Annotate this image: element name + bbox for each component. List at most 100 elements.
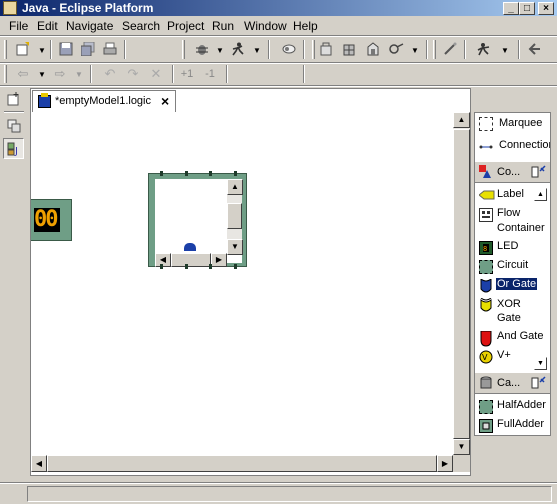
run-dropdown-icon[interactable]: ▼ — [253, 46, 261, 55]
scroll-left-icon[interactable]: ◀ — [31, 455, 47, 472]
back-arrow-icon[interactable] — [526, 40, 544, 58]
menu-window[interactable]: Window — [244, 19, 287, 33]
new-dropdown-icon[interactable]: ▼ — [38, 46, 46, 55]
undo-icon[interactable]: ↶ — [101, 65, 119, 83]
canned-parts-drawer-header[interactable]: Ca... — [475, 372, 550, 394]
window-title: Java - Eclipse Platform — [22, 1, 154, 15]
open-type-icon[interactable] — [387, 40, 405, 58]
new-package-icon[interactable] — [340, 40, 358, 58]
led-part[interactable]: 00 — [31, 199, 72, 241]
palette-item-or-gate[interactable]: Or Gate — [494, 277, 539, 291]
circuit-hscroll-track[interactable] — [171, 253, 211, 267]
annotation-dropdown-icon[interactable]: ▼ — [501, 46, 509, 55]
palette-item-full-adder[interactable]: FullAdder — [497, 418, 544, 430]
circuit-inner-canvas[interactable]: ▲ ▼ ◀ ▶ — [155, 179, 243, 267]
scroll-up-icon[interactable]: ▲ — [453, 112, 470, 128]
palette-tool-marquee[interactable]: Marquee — [499, 117, 542, 129]
palette-item-flow-container[interactable]: Flow — [497, 207, 520, 219]
toolbar-grip[interactable] — [433, 40, 436, 59]
palette-item-xor-gate[interactable]: XOR — [497, 298, 521, 310]
pin-drawer-icon[interactable] — [531, 165, 546, 179]
close-tab-icon[interactable]: × — [161, 93, 169, 109]
logic-file-icon — [38, 93, 51, 108]
save-all-icon[interactable] — [79, 40, 97, 58]
open-perspective-icon[interactable] — [5, 90, 23, 108]
open-task-icon[interactable] — [441, 40, 459, 58]
run-icon[interactable] — [229, 40, 247, 58]
back-dropdown-icon[interactable]: ▼ — [38, 70, 46, 79]
toolbar-grip[interactable] — [182, 40, 185, 59]
palette-item-vplus[interactable]: V+ — [497, 349, 511, 361]
new-class-icon[interactable] — [364, 40, 382, 58]
maximize-button[interactable]: □ — [519, 2, 535, 15]
save-icon[interactable] — [57, 40, 75, 58]
components-drawer-header[interactable]: Co... — [475, 161, 550, 183]
editor-vscroll-thumb[interactable] — [453, 129, 470, 439]
resource-perspective-icon[interactable] — [5, 117, 23, 135]
menu-file[interactable]: File — [9, 19, 28, 33]
new-wizard-icon[interactable] — [14, 40, 32, 58]
circuit-scroll-left-icon[interactable]: ◀ — [155, 253, 171, 267]
redo-icon[interactable]: ↷ — [124, 65, 142, 83]
palette-item-and-gate[interactable]: And Gate — [497, 330, 543, 342]
circuit-scroll-right-icon[interactable]: ▶ — [211, 253, 227, 267]
palette-scroll-down-icon[interactable]: ▼ — [534, 357, 547, 370]
previous-annotation-button[interactable]: -1 — [201, 65, 219, 83]
close-button[interactable]: × — [538, 2, 554, 15]
back-icon[interactable]: ⇦ — [14, 65, 32, 83]
forward-icon[interactable]: ⇨ — [51, 65, 69, 83]
palette-item-label[interactable]: Label — [497, 188, 524, 200]
status-bar — [0, 482, 557, 504]
circuit-vscroll-track[interactable] — [227, 195, 242, 239]
diagram-canvas[interactable]: 00 ▲ ▼ ◀ ▶ — [31, 112, 453, 455]
editor-tab[interactable]: *emptyModel1.logic × — [32, 90, 176, 112]
palette-scroll-up-icon[interactable]: ▲ — [534, 188, 547, 201]
marquee-icon — [479, 117, 493, 131]
menu-project[interactable]: Project — [167, 19, 204, 33]
toolbar-grip[interactable] — [4, 40, 7, 59]
palette-tool-connection[interactable]: Connection — [499, 139, 550, 151]
editor-hscroll-thumb[interactable] — [47, 455, 437, 472]
search-icon[interactable] — [280, 40, 298, 58]
palette-item-circuit[interactable]: Circuit — [497, 259, 528, 271]
menu-edit[interactable]: Edit — [37, 19, 58, 33]
debug-icon[interactable] — [193, 40, 211, 58]
next-annotation-button[interactable]: +1 — [178, 65, 196, 83]
svg-text:V: V — [482, 353, 488, 362]
editor-hscroll[interactable]: ◀ ▶ — [31, 455, 453, 472]
menu-help[interactable]: Help — [293, 19, 318, 33]
toolbar-separator — [226, 65, 228, 83]
editor-vscroll[interactable]: ▲ ▼ — [453, 112, 470, 455]
open-type-dropdown-icon[interactable]: ▼ — [411, 46, 419, 55]
vplus-icon: V — [479, 350, 493, 364]
next-annotation-icon[interactable] — [476, 40, 494, 58]
scroll-right-icon[interactable]: ▶ — [437, 455, 453, 472]
palette-item-led[interactable]: LED — [497, 240, 518, 252]
circuit-vscroll-thumb[interactable] — [227, 203, 242, 229]
toolbar-grip[interactable] — [312, 40, 315, 59]
new-java-project-icon[interactable] — [317, 40, 335, 58]
circuit-scroll-up-icon[interactable]: ▲ — [227, 179, 243, 195]
scroll-down-icon[interactable]: ▼ — [453, 439, 470, 455]
print-icon[interactable] — [101, 40, 119, 58]
pin-drawer-icon[interactable] — [531, 376, 546, 390]
java-perspective-icon[interactable]: J — [3, 138, 24, 159]
java-app-icon — [3, 1, 17, 15]
palette-item-half-adder[interactable]: HalfAdder — [497, 399, 546, 411]
debug-dropdown-icon[interactable]: ▼ — [216, 46, 224, 55]
half-adder-icon — [479, 400, 493, 414]
canned-parts-drawer-label: Ca... — [497, 377, 521, 389]
menu-navigate[interactable]: Navigate — [66, 19, 113, 33]
toolbar-grip[interactable] — [4, 65, 7, 83]
menu-run[interactable]: Run — [212, 19, 234, 33]
menu-search[interactable]: Search — [122, 19, 160, 33]
terminal — [185, 171, 188, 176]
status-field — [27, 486, 552, 502]
circuit-part[interactable]: ▲ ▼ ◀ ▶ — [148, 171, 247, 269]
or-gate-part[interactable] — [184, 243, 196, 251]
circuit-scroll-down-icon[interactable]: ▼ — [227, 239, 243, 255]
circuit-hscroll-thumb[interactable] — [171, 253, 211, 267]
minimize-button[interactable]: _ — [503, 2, 519, 15]
delete-icon[interactable]: ✕ — [147, 65, 165, 83]
forward-dropdown-icon[interactable]: ▼ — [75, 70, 83, 79]
